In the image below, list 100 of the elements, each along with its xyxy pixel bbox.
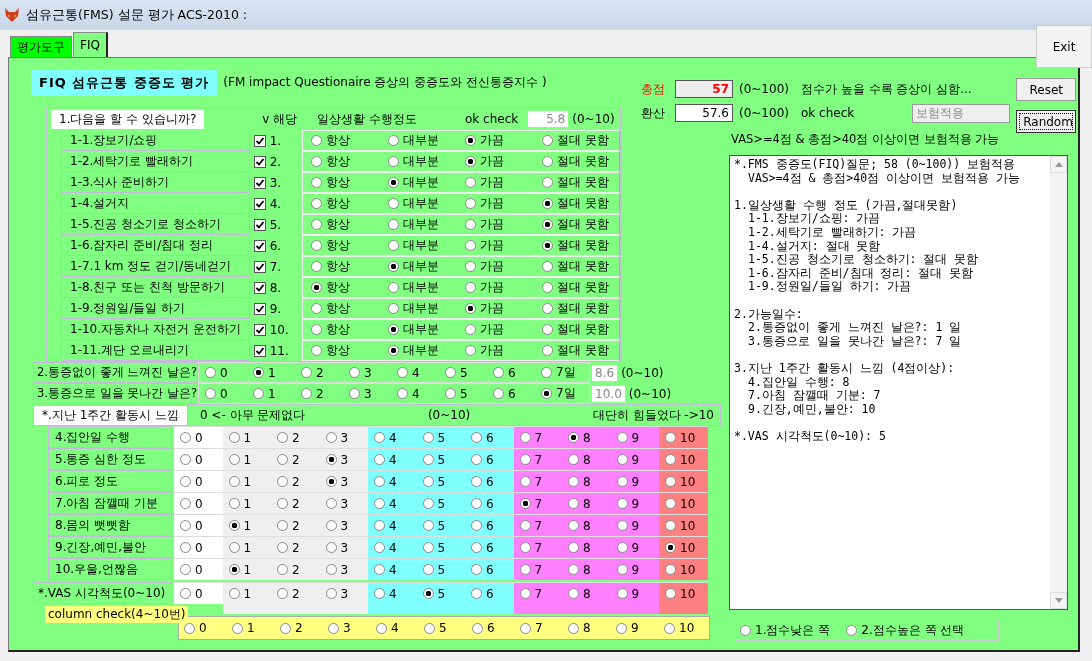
- radio-option[interactable]: 6: [465, 537, 514, 558]
- radio-option[interactable]: 2: [301, 365, 350, 380]
- radio-option[interactable]: 절대 못함: [542, 195, 619, 212]
- radio-option[interactable]: 0: [174, 427, 223, 448]
- radio-option[interactable]: 8: [562, 493, 611, 514]
- radio-option[interactable]: 4: [368, 427, 417, 448]
- radio-option[interactable]: 0: [174, 559, 223, 580]
- checkbox[interactable]: [253, 281, 266, 294]
- radio-option[interactable]: 3: [319, 537, 368, 558]
- radio-option[interactable]: 1: [222, 471, 271, 492]
- checkbox[interactable]: [253, 155, 266, 168]
- radio-option[interactable]: 4: [368, 449, 417, 470]
- radio-option[interactable]: 가끔: [465, 258, 542, 275]
- radio-option[interactable]: 2: [271, 493, 320, 514]
- radio-option[interactable]: 9: [611, 621, 659, 635]
- radio-option[interactable]: 3: [319, 427, 368, 448]
- radio-option[interactable]: 4: [368, 471, 417, 492]
- radio-option[interactable]: 5: [416, 537, 465, 558]
- radio-option[interactable]: 10: [659, 515, 708, 536]
- radio-option[interactable]: 2: [271, 515, 320, 536]
- radio-option[interactable]: 가끔: [465, 342, 542, 359]
- radio-option[interactable]: 항상: [311, 216, 388, 233]
- radio-option[interactable]: 4: [397, 365, 446, 380]
- radio-option[interactable]: 3: [319, 515, 368, 536]
- radio-option[interactable]: 1: [222, 537, 271, 558]
- radio-option[interactable]: 10: [659, 427, 708, 448]
- radio-option[interactable]: 1: [227, 621, 275, 635]
- radio-option[interactable]: 대부분: [388, 216, 465, 233]
- radio-option[interactable]: 절대 못함: [542, 258, 619, 275]
- radio-option[interactable]: 8: [562, 559, 611, 580]
- tab[interactable]: FIQ: [73, 32, 108, 57]
- radio-option[interactable]: 5: [445, 365, 494, 380]
- radio-option[interactable]: 7: [513, 537, 562, 558]
- radio-option[interactable]: 8: [563, 621, 611, 635]
- radio-option[interactable]: 대부분: [388, 342, 465, 359]
- radio-option[interactable]: 가끔: [465, 237, 542, 254]
- radio-option[interactable]: 10: [659, 537, 708, 558]
- radio-option[interactable]: 4: [397, 386, 446, 401]
- radio-option[interactable]: 대부분: [388, 258, 465, 275]
- radio-option[interactable]: 10: [659, 559, 708, 580]
- radio-option[interactable]: 0: [205, 365, 254, 380]
- checkbox[interactable]: [253, 197, 266, 210]
- report-box[interactable]: [729, 155, 1068, 610]
- radio-option[interactable]: 2: [271, 427, 320, 448]
- radio-option[interactable]: 0: [174, 471, 223, 492]
- radio-option[interactable]: 0: [179, 621, 227, 635]
- action-button[interactable]: Reset: [1016, 78, 1077, 101]
- radio-option[interactable]: 대부분: [388, 153, 465, 170]
- radio-option[interactable]: 4: [368, 537, 417, 558]
- radio-option[interactable]: 1: [253, 386, 302, 401]
- radio-option[interactable]: 8: [562, 471, 611, 492]
- radio-option[interactable]: 6: [493, 365, 542, 380]
- radio-option[interactable]: 5: [416, 493, 465, 514]
- radio-option[interactable]: 5: [416, 583, 465, 604]
- radio-option[interactable]: 가끔: [465, 279, 542, 296]
- radio-option[interactable]: 절대 못함: [542, 174, 619, 191]
- radio-option[interactable]: 5: [416, 427, 465, 448]
- radio-option[interactable]: 3: [319, 559, 368, 580]
- radio-option[interactable]: 항상: [311, 153, 388, 170]
- radio-option[interactable]: 0: [174, 515, 223, 536]
- radio-option[interactable]: 가끔: [465, 216, 542, 233]
- radio-option[interactable]: 4: [368, 559, 417, 580]
- radio-option[interactable]: 대부분: [388, 195, 465, 212]
- radio-option[interactable]: 9: [610, 537, 659, 558]
- radio-option[interactable]: 8: [562, 427, 611, 448]
- radio-option[interactable]: 9: [610, 449, 659, 470]
- radio-option[interactable]: 7일: [541, 364, 590, 381]
- radio-option[interactable]: 4: [368, 583, 417, 604]
- radio-option[interactable]: 가끔: [465, 195, 542, 212]
- radio-option[interactable]: 4: [368, 515, 417, 536]
- checkbox[interactable]: [253, 323, 266, 336]
- radio-option[interactable]: 가끔: [465, 153, 542, 170]
- exit-button[interactable]: Exit: [1036, 25, 1092, 68]
- radio-option[interactable]: 대부분: [388, 237, 465, 254]
- radio-option[interactable]: 항상: [311, 300, 388, 317]
- radio-option[interactable]: 5: [416, 449, 465, 470]
- radio-option[interactable]: 6: [465, 427, 514, 448]
- radio-option[interactable]: 3: [349, 386, 398, 401]
- radio-option[interactable]: 4: [371, 621, 419, 635]
- radio-option[interactable]: 1: [253, 365, 302, 380]
- radio-option[interactable]: 대부분: [388, 174, 465, 191]
- radio-option[interactable]: 9: [610, 515, 659, 536]
- radio-option[interactable]: 6: [465, 559, 514, 580]
- radio-option[interactable]: 0: [174, 493, 223, 514]
- radio-option[interactable]: 가끔: [465, 174, 542, 191]
- radio-option[interactable]: 대부분: [388, 279, 465, 296]
- radio-option[interactable]: 항상: [311, 237, 388, 254]
- radio-option[interactable]: 0: [174, 583, 223, 604]
- radio-option[interactable]: 0: [174, 449, 223, 470]
- checkbox[interactable]: [253, 302, 266, 315]
- radio-option[interactable]: 7: [513, 493, 562, 514]
- radio-option[interactable]: 2: [271, 537, 320, 558]
- radio-option[interactable]: 9: [610, 427, 659, 448]
- radio-option[interactable]: 절대 못함: [542, 321, 619, 338]
- radio-option[interactable]: 5: [445, 386, 494, 401]
- radio-option[interactable]: 3: [319, 449, 368, 470]
- radio-option[interactable]: 6: [465, 471, 514, 492]
- action-button[interactable]: Random: [1016, 110, 1077, 133]
- radio-option[interactable]: 항상: [311, 342, 388, 359]
- radio-option[interactable]: 항상: [311, 321, 388, 338]
